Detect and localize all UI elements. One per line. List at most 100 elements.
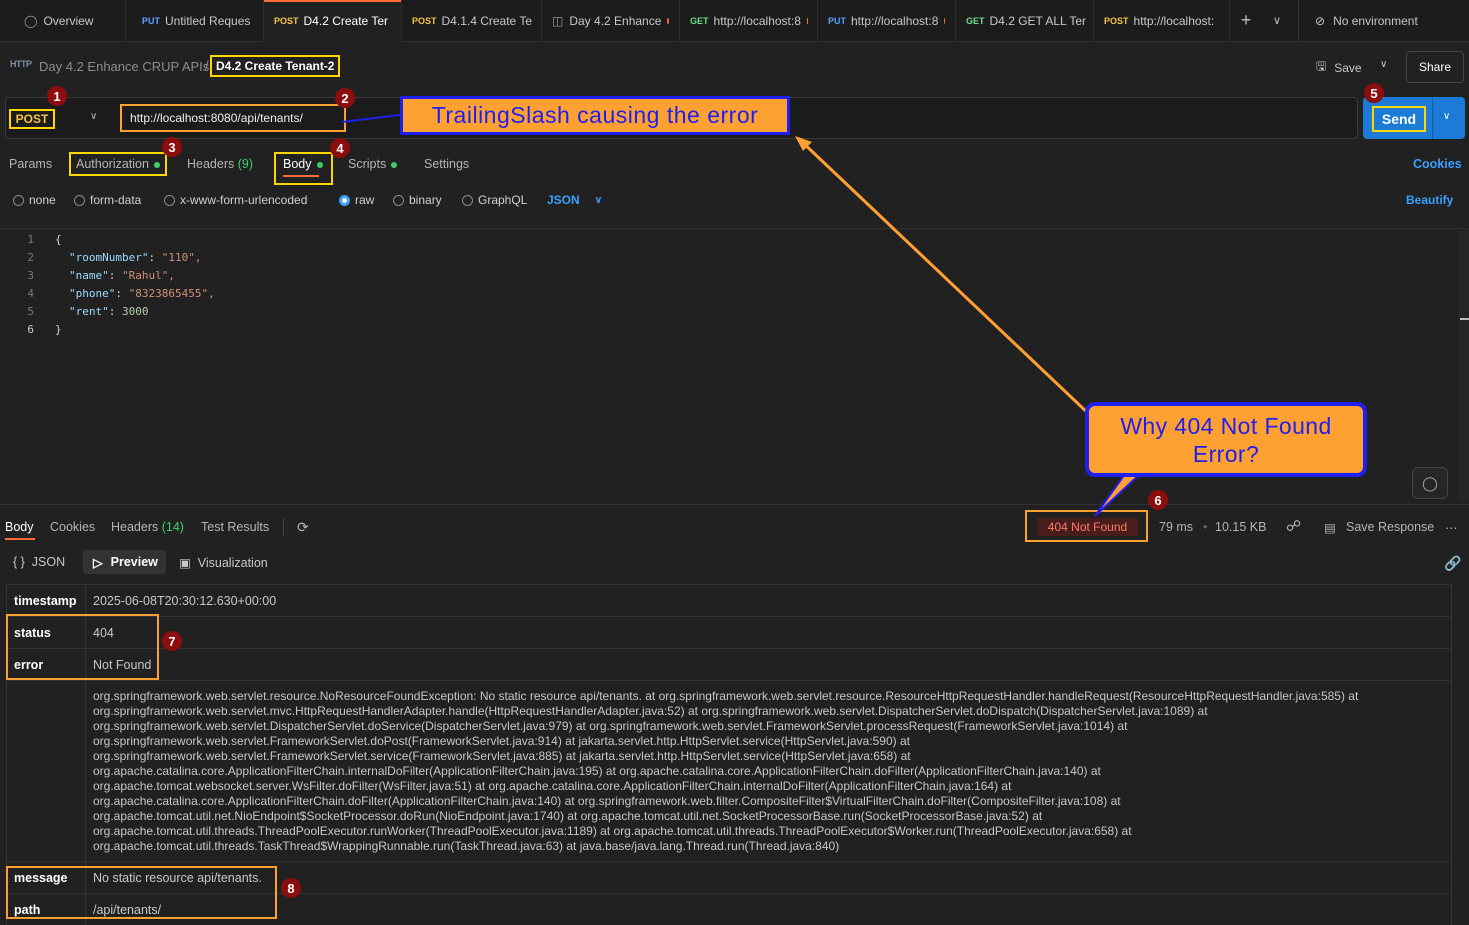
new-tab-plus-icon[interactable]: + bbox=[1230, 10, 1262, 31]
send-chevron-down-icon[interactable]: ∨ bbox=[1443, 111, 1450, 122]
trace-line: org.apache.tomcat.util.net.NioEndpoint$S… bbox=[93, 809, 1043, 823]
view-mode-row: { } JSON ▷ Preview ▣ Visualization bbox=[0, 550, 1469, 576]
editor-scrollbar[interactable] bbox=[1458, 230, 1469, 502]
tab-request[interactable]: PUT http://localhost:8 bbox=[818, 0, 956, 42]
braces-icon: { } bbox=[13, 555, 25, 569]
image-icon: ▣ bbox=[179, 556, 191, 570]
table-row: timestamp 2025-06-08T20:30:12.630+00:00 bbox=[7, 585, 1451, 617]
tab-request-active[interactable]: POST D4.2 Create Ter bbox=[264, 0, 402, 42]
preview-view-button[interactable]: ▷ Preview bbox=[83, 550, 166, 574]
save-response-icon: ▤ bbox=[1324, 521, 1336, 535]
tab-label: http://localhost:8 bbox=[713, 13, 801, 28]
json-view[interactable]: { } JSON bbox=[13, 555, 65, 569]
tab-authorization[interactable]: Authorization bbox=[69, 152, 167, 176]
tab-params[interactable]: Params bbox=[9, 157, 52, 171]
callout-question: Why 404 Not Found Error? bbox=[1085, 402, 1367, 477]
tabs-chevron-down-icon[interactable]: ∨ bbox=[1262, 14, 1292, 27]
more-options-icon[interactable]: ⋯ bbox=[1445, 520, 1458, 535]
save-icon: 🖫 bbox=[1316, 59, 1327, 73]
no-environment-icon: ⊘ bbox=[1315, 13, 1326, 28]
history-icon[interactable]: ⟳ bbox=[297, 519, 309, 536]
format-dropdown[interactable]: JSON ∨ bbox=[547, 193, 602, 207]
active-tab-underline bbox=[283, 175, 319, 177]
beautify-button[interactable]: Beautify bbox=[1406, 193, 1453, 207]
row-key: timestamp bbox=[14, 594, 77, 608]
status-badge[interactable]: 404 Not Found bbox=[1037, 518, 1138, 536]
breadcrumb-collection[interactable]: Day 4.2 Enhance CRUP APIs bbox=[39, 59, 209, 74]
tab-collection[interactable]: ◫ Day 4.2 Enhance bbox=[542, 0, 680, 42]
tab-request[interactable]: POST http://localhost: bbox=[1094, 0, 1230, 42]
line-number: 2 bbox=[27, 251, 34, 264]
radio-form-data[interactable]: form-data bbox=[74, 193, 141, 207]
code-token: { bbox=[55, 233, 62, 246]
tab-label: http://localhost:8 bbox=[851, 13, 939, 28]
radio-label: GraphQL bbox=[478, 193, 528, 207]
url-input[interactable]: http://localhost:8080/api/tenants/ bbox=[120, 104, 346, 132]
request-title[interactable]: D4.2 Create Tenant-2 bbox=[210, 55, 341, 77]
tab-label: D4.1.4 Create Te bbox=[441, 13, 533, 28]
method-chevron-down-icon[interactable]: ∨ bbox=[90, 111, 97, 122]
tab-settings[interactable]: Settings bbox=[424, 157, 469, 171]
save-response-button[interactable]: Save Response bbox=[1346, 520, 1434, 534]
radio-label: binary bbox=[409, 193, 442, 207]
callout-url: TrailingSlash causing the error bbox=[400, 96, 790, 135]
tab-label: http://localhost: bbox=[1133, 13, 1215, 28]
radio-graphql[interactable]: GraphQL bbox=[462, 193, 527, 207]
json-value: 3000 bbox=[122, 305, 149, 318]
tab-request[interactable]: GET http://localhost:8 bbox=[680, 0, 818, 42]
cookies-link[interactable]: Cookies bbox=[1413, 157, 1462, 171]
tab-body[interactable]: Body bbox=[274, 152, 333, 185]
assistant-icon[interactable]: ◯ bbox=[1412, 467, 1448, 499]
tab-label: Headers bbox=[111, 520, 159, 534]
tab-request[interactable]: PUT Untitled Reques bbox=[126, 0, 264, 42]
resp-tab-test-results[interactable]: Test Results bbox=[201, 520, 269, 534]
code-line: { bbox=[55, 233, 62, 246]
radio-raw[interactable]: raw bbox=[339, 193, 374, 207]
json-key: "phone" bbox=[69, 287, 116, 300]
tab-label: D4.2 Create Ter bbox=[303, 13, 389, 28]
json-value: "Rahul", bbox=[122, 269, 175, 282]
format-label: JSON bbox=[547, 193, 580, 207]
annotation-badge: 2 bbox=[335, 88, 355, 108]
request-tabs: Params Authorization Headers (9) Body Sc… bbox=[0, 152, 1469, 185]
resp-tab-headers[interactable]: Headers (14) bbox=[111, 520, 184, 534]
resp-tab-body[interactable]: Body bbox=[5, 520, 34, 534]
method-selector[interactable]: POST bbox=[9, 109, 55, 129]
environment-selector[interactable]: ⊘ No environment bbox=[1298, 0, 1469, 42]
collection-icon: ◫ bbox=[552, 13, 564, 28]
send-divider bbox=[1432, 97, 1433, 139]
play-icon: ▷ bbox=[93, 555, 103, 570]
annotation-badge: 4 bbox=[330, 138, 350, 158]
radio-binary[interactable]: binary bbox=[393, 193, 442, 207]
tab-request[interactable]: POST D4.1.4 Create Te bbox=[402, 0, 542, 42]
tab-label: Body bbox=[283, 157, 312, 171]
trace-line: org.apache.tomcat.websocket.server.WsFil… bbox=[93, 779, 1012, 793]
trace-line: org.apache.tomcat.util.threads.TaskThrea… bbox=[93, 839, 840, 853]
trace-line: org.apache.tomcat.util.threads.ThreadPoo… bbox=[93, 824, 1132, 838]
radio-label: none bbox=[29, 193, 56, 207]
tab-overview[interactable]: ◯ Overview bbox=[0, 0, 126, 42]
meta-dot: • bbox=[1203, 520, 1208, 534]
method-badge: POST bbox=[274, 15, 299, 26]
tab-scripts[interactable]: Scripts bbox=[348, 157, 398, 171]
headers-count: (9) bbox=[237, 157, 254, 171]
save-chevron-down-icon[interactable]: ∨ bbox=[1380, 59, 1387, 70]
response-time[interactable]: 79 ms bbox=[1159, 520, 1193, 534]
trace-line: org.apache.catalina.core.ApplicationFilt… bbox=[93, 764, 1101, 778]
resp-tab-cookies[interactable]: Cookies bbox=[50, 520, 95, 534]
response-divider[interactable] bbox=[0, 504, 1469, 505]
globe-icon[interactable]: ☍ bbox=[1286, 517, 1301, 535]
visualization-view[interactable]: ▣ Visualization bbox=[179, 555, 268, 570]
link-icon[interactable]: 🔗 bbox=[1444, 555, 1461, 572]
save-button[interactable]: 🖫 Save bbox=[1316, 57, 1362, 78]
tab-request[interactable]: GET D4.2 GET ALL Ter bbox=[956, 0, 1094, 42]
share-button[interactable]: Share bbox=[1406, 51, 1464, 83]
response-size[interactable]: 10.15 KB bbox=[1215, 520, 1266, 534]
method-badge: POST bbox=[412, 15, 437, 26]
tab-headers[interactable]: Headers (9) bbox=[187, 157, 253, 171]
radio-none[interactable]: none bbox=[13, 193, 56, 207]
radio-urlencoded[interactable]: x-www-form-urlencoded bbox=[164, 193, 307, 207]
line-number: 5 bbox=[27, 305, 34, 318]
radio-icon bbox=[13, 194, 24, 206]
send-button[interactable]: Send bbox=[1372, 106, 1426, 132]
